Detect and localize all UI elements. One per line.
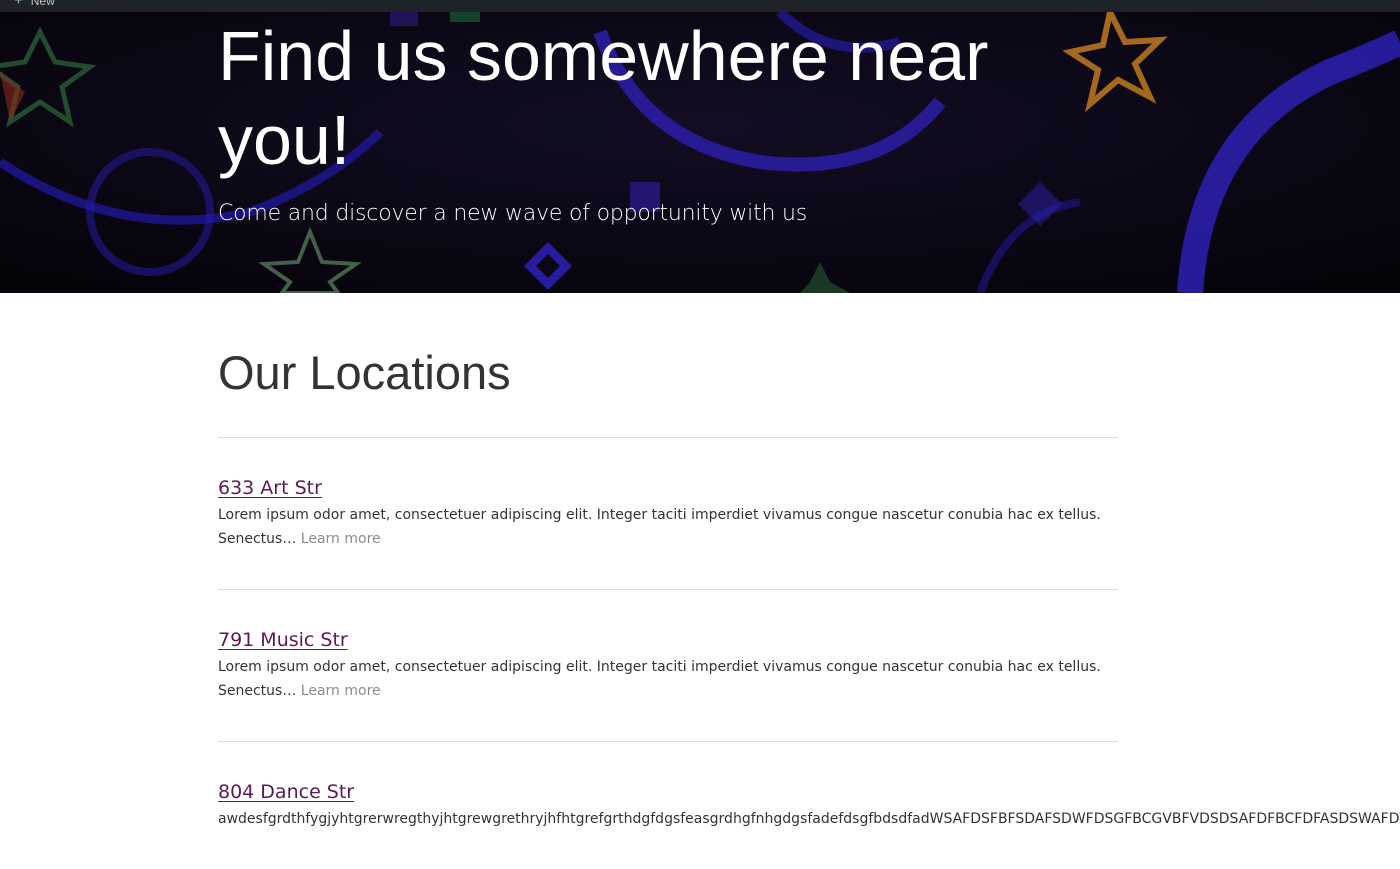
location-title-link[interactable]: 804 Dance Str bbox=[218, 780, 354, 804]
hero-content: Find us somewhere near you! Come and dis… bbox=[218, 12, 1138, 228]
location-title-link[interactable]: 791 Music Str bbox=[218, 628, 348, 652]
page-title: Our Locations bbox=[218, 346, 511, 399]
list-item: 804 Dance Str awdesfgrdthfygjyhtgrerwreg… bbox=[218, 742, 1400, 869]
location-title-link[interactable]: 633 Art Str bbox=[218, 476, 322, 500]
admin-bar-new-item[interactable]: + New bbox=[14, 0, 55, 8]
list-item: 633 Art Str Lorem ipsum odor amet, conse… bbox=[218, 438, 1400, 589]
location-excerpt: Lorem ipsum odor amet, consectetuer adip… bbox=[218, 655, 1118, 703]
plus-icon: + bbox=[14, 0, 23, 9]
admin-bar-new-label: New bbox=[30, 0, 55, 8]
location-excerpt: awdesfgrdthfygjyhtgrerwregthyjhtgrewgret… bbox=[218, 811, 1400, 827]
learn-more-link[interactable]: Learn more bbox=[301, 531, 381, 547]
learn-more-link[interactable]: Learn more bbox=[301, 683, 381, 699]
location-excerpt: Lorem ipsum odor amet, consectetuer adip… bbox=[218, 503, 1118, 551]
main-content: Our Locations 633 Art Str Lorem ipsum od… bbox=[218, 293, 1400, 869]
admin-bar: + New bbox=[0, 0, 1400, 12]
hero-banner: Find us somewhere near you! Come and dis… bbox=[0, 12, 1400, 293]
list-item: 791 Music Str Lorem ipsum odor amet, con… bbox=[218, 590, 1400, 741]
hero-title: Find us somewhere near you! bbox=[218, 17, 989, 179]
hero-subtitle: Come and discover a new wave of opportun… bbox=[218, 201, 808, 226]
